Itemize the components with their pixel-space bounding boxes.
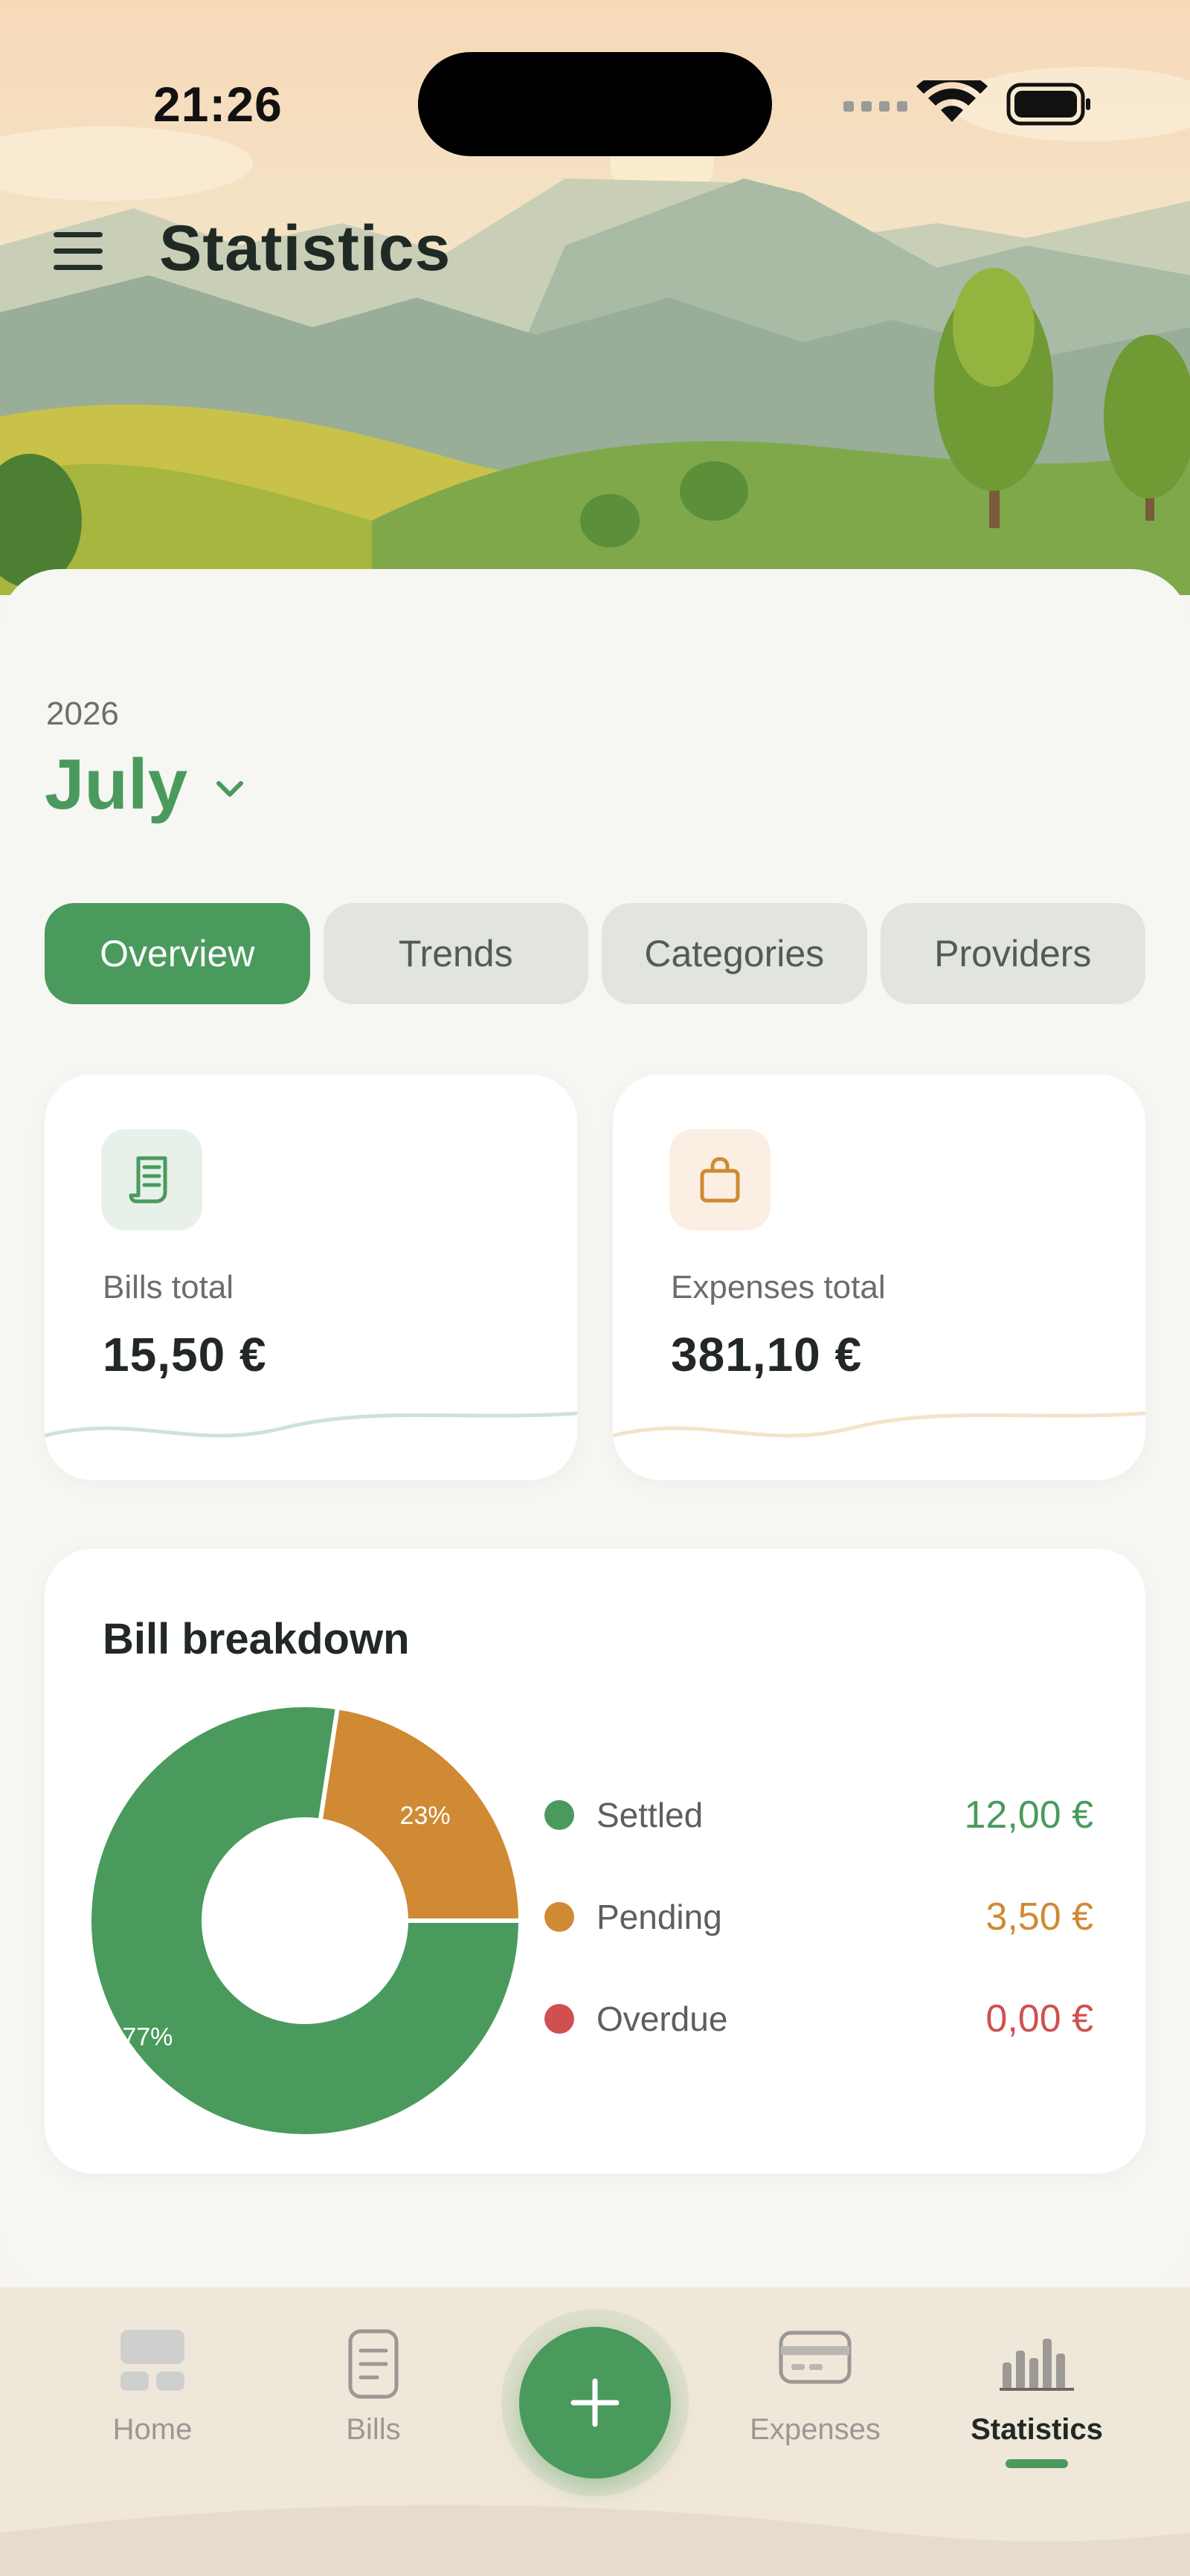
- nav-bills[interactable]: Bills: [299, 2321, 448, 2470]
- bill-breakdown-donut-chart: 23% 77%: [87, 1703, 524, 2139]
- tab-categories[interactable]: Categories: [602, 903, 867, 1004]
- status-icons: [843, 80, 1090, 126]
- tab-trends[interactable]: Trends: [323, 903, 588, 1004]
- bar-chart-icon: [1000, 2339, 1074, 2391]
- donut-label-pending: 23%: [400, 1802, 451, 1830]
- settled-label: Settled: [596, 1796, 704, 1834]
- overdue-label: Overdue: [596, 2000, 728, 2038]
- home-icon: [120, 2330, 184, 2391]
- donut-label-settled: 77%: [122, 2023, 173, 2052]
- dynamic-island: [418, 52, 772, 156]
- menu-icon-bar: [54, 265, 103, 270]
- bill-breakdown-title: Bill breakdown: [103, 1615, 410, 1663]
- nav-expenses[interactable]: Expenses: [741, 2321, 890, 2470]
- bills-total-value: 15,50 €: [103, 1328, 267, 1381]
- legend-row-overdue: Overdue 0,00 €: [543, 1989, 1093, 2049]
- settled-dot: [544, 1800, 574, 1830]
- pending-label: Pending: [596, 1898, 722, 1936]
- legend-row-pending: Pending 3,50 €: [543, 1887, 1093, 1947]
- wifi-icon: [916, 80, 988, 122]
- pending-dot: [544, 1902, 574, 1932]
- menu-button[interactable]: [49, 226, 109, 274]
- month-selector[interactable]: July: [45, 744, 247, 826]
- year-label: 2026: [46, 696, 119, 732]
- active-tab-indicator: [1006, 2459, 1068, 2468]
- bills-total-label: Bills total: [103, 1269, 234, 1305]
- page-title: Statistics: [159, 213, 451, 284]
- chevron-down-icon: [216, 781, 244, 797]
- nav-expenses-label: Expenses: [750, 2413, 881, 2446]
- status-time: 21:26: [153, 77, 283, 132]
- tab-bar: Overview Trends Categories Providers: [45, 903, 1145, 1004]
- shopping-bag-icon: [669, 1129, 771, 1230]
- tab-providers[interactable]: Providers: [880, 903, 1145, 1004]
- card-icon: [779, 2331, 852, 2384]
- nav-statistics[interactable]: Statistics: [962, 2321, 1111, 2470]
- plus-icon: [570, 2378, 620, 2427]
- expenses-total-label: Expenses total: [671, 1269, 886, 1305]
- menu-icon: [54, 232, 103, 237]
- overdue-value: 0,00 €: [985, 1997, 1093, 2040]
- expenses-decorative-wave: [613, 1411, 1145, 1438]
- nav-home-label: Home: [112, 2413, 193, 2446]
- bills-total-card[interactable]: Bills total 15,50 €: [45, 1074, 577, 1480]
- nav-statistics-label: Statistics: [971, 2413, 1103, 2446]
- nav-home[interactable]: Home: [78, 2321, 227, 2470]
- settled-value: 12,00 €: [964, 1793, 1094, 1837]
- menu-icon-bar: [54, 248, 103, 254]
- expenses-total-value: 381,10 €: [671, 1328, 863, 1381]
- bill-breakdown-card: Bill breakdown 23% 77% Settled 12,00 € Pe…: [45, 1549, 1145, 2174]
- receipt-icon: [101, 1129, 202, 1230]
- nav-bills-label: Bills: [346, 2413, 401, 2446]
- month-label: July: [45, 745, 188, 824]
- tab-overview[interactable]: Overview: [45, 903, 310, 1004]
- expenses-total-card[interactable]: Expenses total 381,10 €: [613, 1074, 1145, 1480]
- overdue-dot: [544, 2004, 574, 2034]
- bills-icon: [348, 2329, 399, 2399]
- pending-value: 3,50 €: [985, 1895, 1093, 1939]
- bills-decorative-wave: [45, 1411, 577, 1438]
- cellular-signal-icon: [843, 101, 907, 112]
- add-button[interactable]: [519, 2327, 671, 2479]
- legend-row-settled: Settled 12,00 €: [543, 1785, 1093, 1845]
- battery-icon: [1006, 83, 1090, 126]
